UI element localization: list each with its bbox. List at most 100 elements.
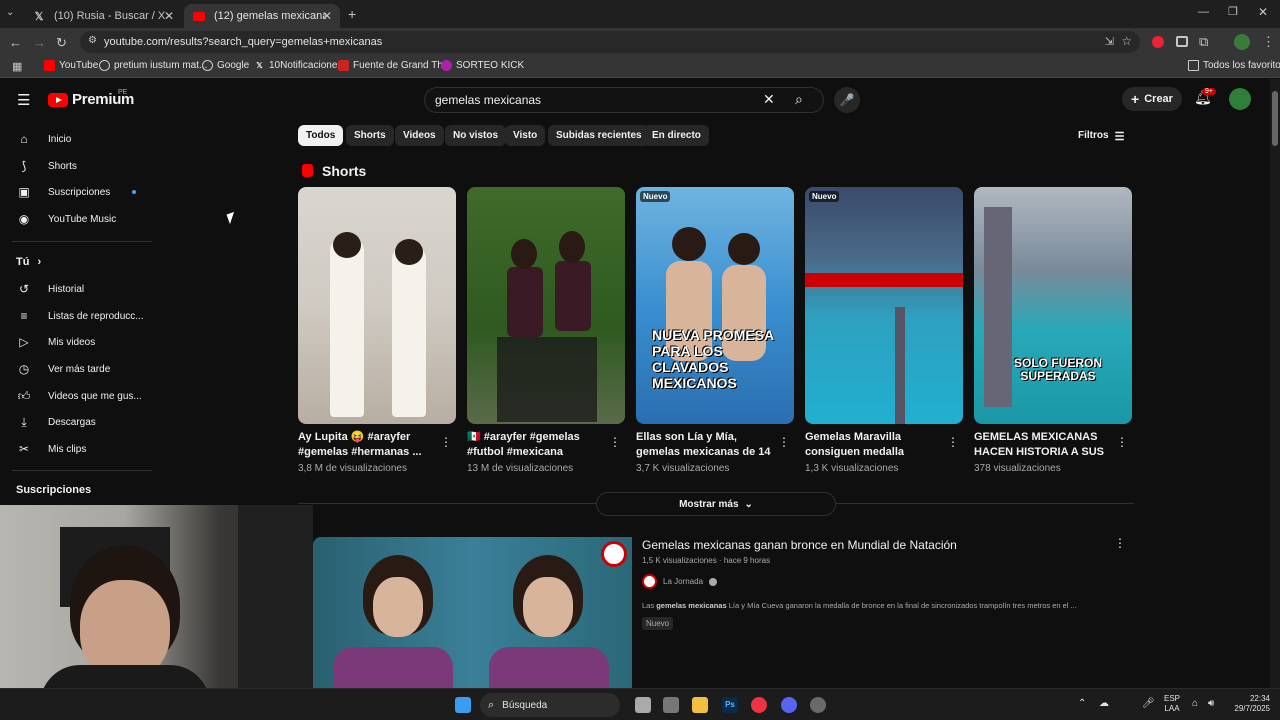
sidebar-item-descargas[interactable]: ⤓ Descargas: [16, 415, 95, 429]
sidebar-item-mis-videos[interactable]: ▷ Mis videos: [16, 335, 95, 349]
site-info-icon[interactable]: ⚙: [88, 35, 97, 46]
language-indicator[interactable]: ESP LAA: [1164, 694, 1180, 714]
profile-avatar[interactable]: [1234, 34, 1250, 50]
short-card[interactable]: SOLO FUERON SUPERADAS GEMELAS MEXICANAS …: [974, 187, 1132, 474]
menu-kebab-icon[interactable]: ⋮: [1262, 34, 1275, 50]
new-tab-icon[interactable]: +: [348, 6, 356, 22]
video-title[interactable]: Gemelas mexicanas ganan bronce en Mundia…: [642, 538, 957, 552]
short-card[interactable]: Nuevo Gemelas Maravilla consiguen medall…: [805, 187, 963, 474]
back-icon[interactable]: ←: [9, 35, 22, 50]
close-window-icon[interactable]: ✕: [1258, 5, 1268, 19]
bookmark-fuente[interactable]: Fuente de Grand Th...: [338, 60, 451, 71]
chip-en-directo[interactable]: En directo: [644, 125, 709, 146]
more-options-icon[interactable]: ⋮: [609, 435, 621, 449]
create-button[interactable]: + Crear: [1122, 87, 1182, 111]
sidebar-item-music[interactable]: ◉ YouTube Music: [16, 212, 116, 226]
app-icon[interactable]: [663, 697, 679, 713]
tab-youtube[interactable]: (12) gemelas mexicanas - YouTu ✕: [184, 4, 340, 28]
app-icon[interactable]: [810, 697, 826, 713]
restore-icon[interactable]: ❐: [1228, 5, 1238, 18]
filters-button[interactable]: Filtros ☰: [1078, 130, 1124, 143]
short-thumbnail[interactable]: Nuevo: [805, 187, 963, 424]
taskbar-search[interactable]: ⌕ Búsqueda: [480, 693, 620, 717]
chip-videos[interactable]: Videos: [395, 125, 444, 146]
sidebar-item-clips[interactable]: ✂ Mis clips: [16, 442, 86, 456]
windows-start-icon[interactable]: [455, 697, 471, 713]
forward-icon[interactable]: →: [33, 35, 46, 50]
short-card[interactable]: Nuevo NUEVA PROMESA PARA LOS CLAVADOS ME…: [636, 187, 794, 474]
short-thumbnail[interactable]: [467, 187, 625, 424]
short-thumbnail[interactable]: SOLO FUERON SUPERADAS: [974, 187, 1132, 424]
short-title[interactable]: 🇲🇽 #arayfer #gemelas #futbol #mexicana: [467, 430, 607, 460]
channel-link[interactable]: La Jornada: [642, 574, 718, 589]
short-title[interactable]: GEMELAS MEXICANAS HACEN HISTORIA A SUS 1…: [974, 430, 1114, 460]
extensions-puzzle-icon[interactable]: ⧉: [1199, 34, 1208, 50]
apps-grid-icon[interactable]: ▦: [12, 60, 22, 73]
chip-subidas-recientes[interactable]: Subidas recientes: [548, 125, 650, 146]
tab-search-icon[interactable]: ⌄: [6, 7, 14, 18]
cloud-icon[interactable]: ☁: [1099, 698, 1109, 709]
short-thumbnail[interactable]: [298, 187, 456, 424]
url-bar[interactable]: ⚙ youtube.com/results?search_query=gemel…: [80, 31, 1140, 53]
discord-icon[interactable]: [781, 697, 797, 713]
volume-icon[interactable]: 🔊︎: [1208, 698, 1214, 709]
more-options-icon[interactable]: ⋮: [1116, 435, 1128, 449]
network-icon[interactable]: ⌂: [1192, 698, 1198, 709]
chrome-icon[interactable]: [751, 697, 767, 713]
minimize-icon[interactable]: —: [1198, 6, 1209, 18]
tab-rusia[interactable]: 𝕏 (10) Rusia - Buscar / X ✕: [24, 4, 182, 28]
microphone-icon[interactable]: 🎤︎: [1142, 698, 1155, 709]
reload-icon[interactable]: ↻: [56, 35, 67, 51]
sidebar-item-ver-mas-tarde[interactable]: ◷ Ver más tarde: [16, 362, 111, 376]
task-view-icon[interactable]: [635, 697, 651, 713]
more-options-icon[interactable]: ⋮: [778, 435, 790, 449]
bookmark-google[interactable]: Google: [202, 60, 249, 71]
bookmark-star-icon[interactable]: ☆: [1121, 34, 1132, 48]
chevron-up-icon[interactable]: ⌃: [1078, 698, 1086, 709]
more-options-icon[interactable]: ⋮: [947, 435, 959, 449]
photoshop-icon[interactable]: Ps: [722, 697, 738, 713]
sidebar-item-listas[interactable]: ≡ Listas de reproducc...: [16, 309, 143, 323]
bookmark-youtube[interactable]: YouTube: [44, 60, 98, 71]
extension-icon[interactable]: [1152, 36, 1164, 48]
install-icon[interactable]: ⇲: [1105, 35, 1114, 48]
voice-search-button[interactable]: 🎤: [834, 87, 860, 113]
short-title[interactable]: Ay Lupita 😝 #arayfer #gemelas #hermanas …: [298, 430, 438, 460]
sidebar-item-historial[interactable]: ↺ Historial: [16, 282, 84, 296]
all-bookmarks[interactable]: Todos los favoritos: [1188, 60, 1280, 71]
chip-no-vistos[interactable]: No vistos: [445, 125, 507, 146]
more-options-icon[interactable]: ⋮: [440, 435, 452, 449]
short-card[interactable]: 🇲🇽 #arayfer #gemelas #futbol #mexicana 1…: [467, 187, 625, 474]
close-icon[interactable]: ✕: [322, 9, 332, 23]
show-more-button[interactable]: Mostrar más ⌄: [596, 492, 836, 516]
clock[interactable]: 22:34 29/7/2025: [1226, 694, 1270, 714]
search-icon[interactable]: ⌕: [795, 91, 803, 108]
hamburger-menu-icon[interactable]: ☰: [17, 91, 30, 109]
clear-search-icon[interactable]: ✕: [763, 91, 775, 108]
short-title[interactable]: Ellas son Lía y Mía, gemelas mexicanas d…: [636, 430, 776, 460]
short-card[interactable]: Ay Lupita 😝 #arayfer #gemelas #hermanas …: [298, 187, 456, 474]
video-thumbnail[interactable]: [313, 537, 632, 688]
youtube-premium-logo[interactable]: Premium PE: [48, 89, 134, 108]
file-explorer-icon[interactable]: [692, 697, 708, 713]
extension-icon[interactable]: [1176, 36, 1188, 47]
sidebar-item-suscripciones[interactable]: ▣ Suscripciones: [16, 185, 137, 199]
sidebar-item-shorts[interactable]: ⟆ Shorts: [16, 159, 77, 173]
sidebar-item-inicio[interactable]: ⌂ Inicio: [16, 132, 71, 146]
more-options-icon[interactable]: ⋮: [1114, 536, 1126, 550]
bookmark-x[interactable]: 𝕏 10Notificaciones: [254, 60, 342, 71]
scrollbar[interactable]: [1270, 79, 1280, 688]
chip-todos[interactable]: Todos: [298, 125, 344, 146]
bookmark-pretium[interactable]: pretium iustum mat...: [99, 60, 207, 71]
sidebar-item-likes[interactable]: 👍︎ Videos que me gus...: [16, 389, 142, 403]
short-title[interactable]: Gemelas Maravilla consiguen medalla hist…: [805, 430, 945, 460]
sidebar-you-header[interactable]: Tú ›: [16, 255, 41, 269]
chip-visto[interactable]: Visto: [505, 125, 546, 146]
bookmark-sorteo[interactable]: SORTEO KICK: [441, 60, 524, 71]
close-icon[interactable]: ✕: [164, 9, 174, 23]
short-thumbnail[interactable]: Nuevo NUEVA PROMESA PARA LOS CLAVADOS ME…: [636, 187, 794, 424]
search-input[interactable]: gemelas mexicanas ✕ ⌕: [424, 87, 824, 113]
scrollbar-thumb[interactable]: [1272, 91, 1278, 146]
account-avatar[interactable]: [1229, 88, 1251, 110]
chip-shorts[interactable]: Shorts: [346, 125, 394, 146]
